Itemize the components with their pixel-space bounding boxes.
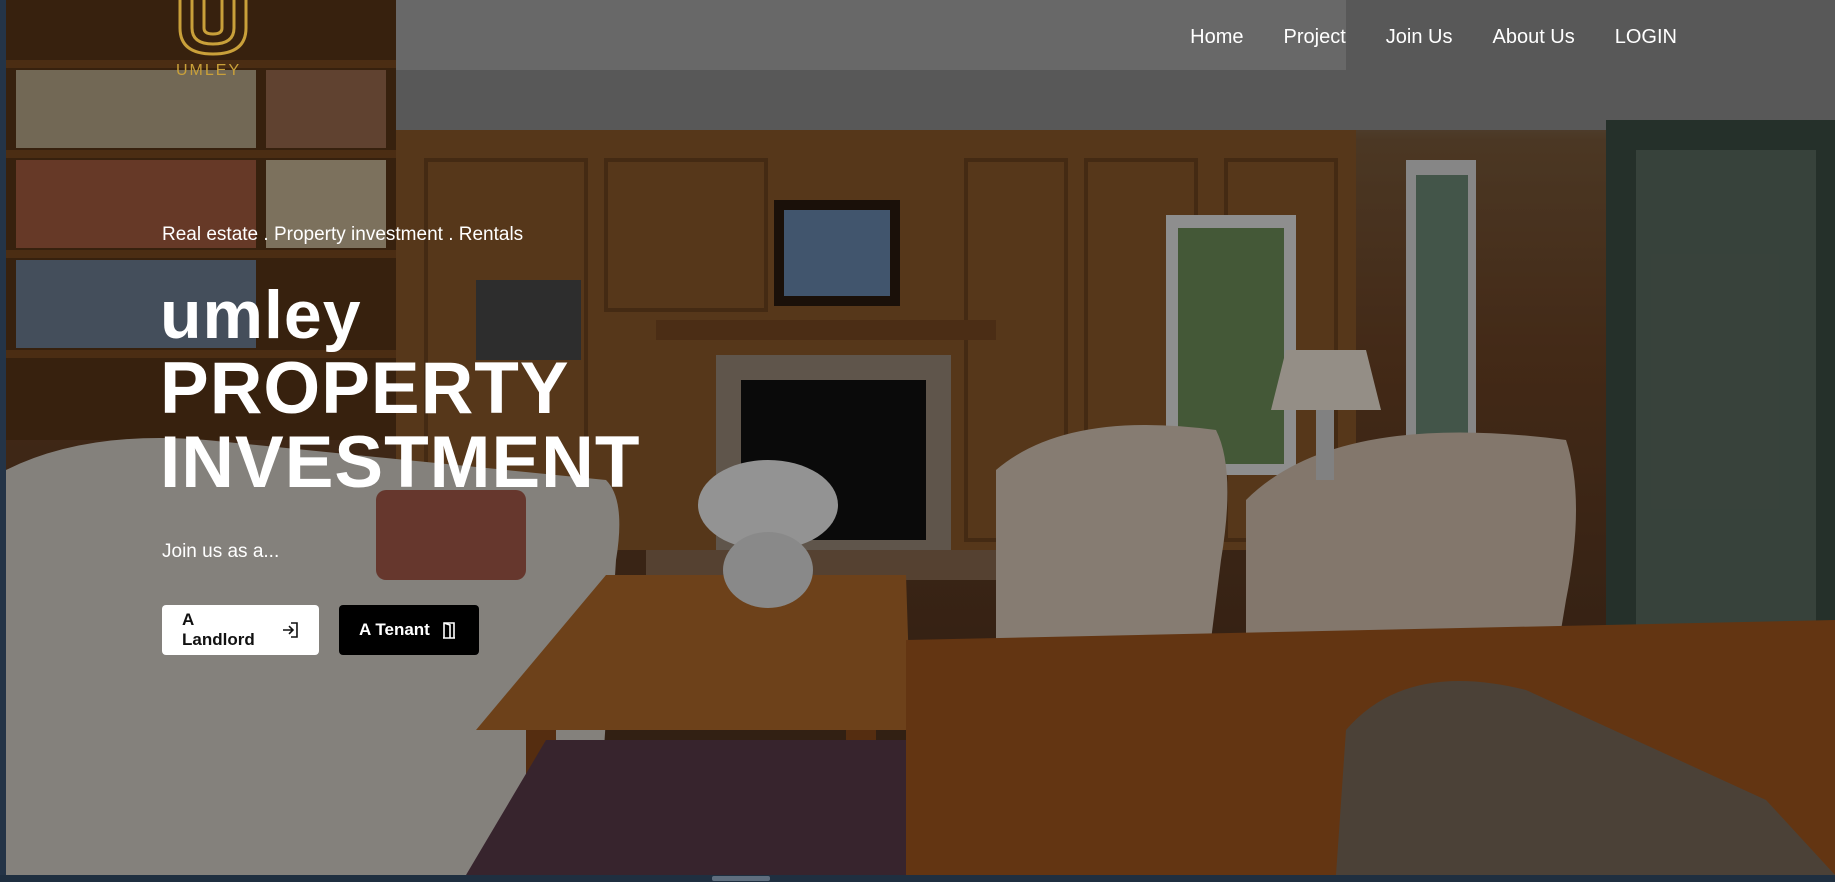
nav-about-us-link[interactable]: About Us — [1492, 26, 1574, 49]
hero-title-line-3: INVESTMENT — [160, 422, 641, 503]
hero-section: UMLEY Home Project Join Us About Us LOGI… — [6, 0, 1835, 875]
nav-project-link[interactable]: Project — [1284, 26, 1346, 49]
tenant-button-label: A Tenant — [359, 620, 430, 639]
landlord-button-label: A Landlord — [182, 610, 255, 649]
brand-wordmark: UMLEY — [176, 62, 242, 79]
nav-home-link[interactable]: Home — [1190, 26, 1243, 49]
nav-join-us-link[interactable]: Join Us — [1386, 26, 1453, 49]
landlord-button[interactable]: A Landlord — [162, 605, 319, 655]
hero-tagline: Real estate . Property investment . Rent… — [162, 224, 524, 245]
nav-login-link[interactable]: LOGIN — [1615, 26, 1677, 49]
main-navigation: Home Project Join Us About Us LOGIN — [1190, 26, 1677, 49]
hero-title-line-1: umley — [160, 277, 362, 353]
hero-title: umley PROPERTY INVESTMENT — [160, 278, 640, 500]
umley-u-logo-icon — [178, 0, 248, 56]
scrollbar-thumb[interactable] — [712, 876, 770, 881]
door-icon — [442, 622, 455, 639]
tenant-button[interactable]: A Tenant — [339, 605, 479, 655]
horizontal-scrollbar[interactable] — [0, 875, 1835, 882]
hero-title-line-2: PROPERTY — [160, 348, 570, 429]
join-prompt: Join us as a... — [162, 541, 280, 562]
brand-logo[interactable]: UMLEY — [166, 0, 258, 80]
login-icon — [283, 622, 298, 638]
